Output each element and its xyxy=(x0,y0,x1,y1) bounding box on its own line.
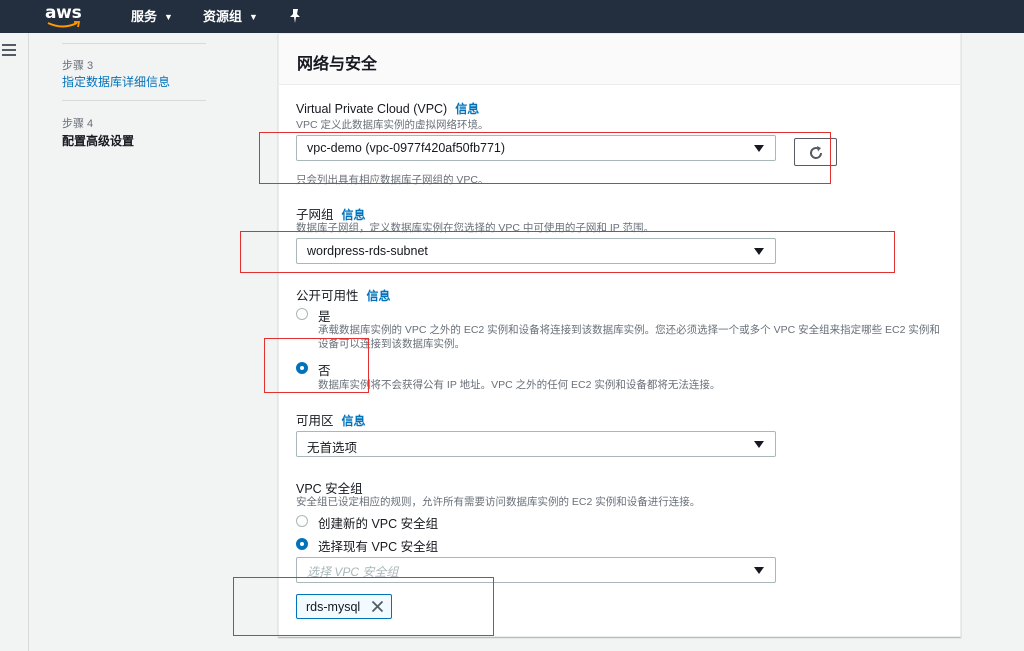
subnet-select-value: wordpress-rds-subnet xyxy=(307,244,428,258)
az-select[interactable]: 无首选项 xyxy=(296,431,776,457)
panel-title: 网络与安全 xyxy=(297,56,378,73)
step-divider xyxy=(62,100,206,101)
resource-groups-label: 资源组 xyxy=(203,9,243,24)
sg-select-placeholder: 选择 VPC 安全组 xyxy=(307,565,399,579)
step-3-link[interactable]: 指定数据库详细信息 xyxy=(62,73,170,90)
services-menu[interactable]: 服务 ▼ xyxy=(131,0,173,33)
top-nav: aws 服务 ▼ 资源组 ▼ xyxy=(0,0,1024,33)
menu-icon[interactable] xyxy=(2,44,16,59)
subnet-description: 数据库子网组，定义数据库实例在您选择的 VPC 中可使用的子网和 IP 范围。 xyxy=(296,222,654,234)
public-yes-radio[interactable] xyxy=(296,308,308,320)
sg-create-label[interactable]: 创建新的 VPC 安全组 xyxy=(318,513,438,532)
chevron-down-icon: ▼ xyxy=(249,12,258,22)
caret-down-icon xyxy=(754,248,764,255)
az-label: 可用区 xyxy=(296,414,334,428)
az-info-link[interactable]: 信息 xyxy=(342,414,366,428)
vpc-label-row: Virtual Private Cloud (VPC) 信息 xyxy=(296,100,479,117)
panel-header: 网络与安全 xyxy=(279,34,960,85)
resource-groups-menu[interactable]: 资源组 ▼ xyxy=(203,0,258,33)
sg-create-radio[interactable] xyxy=(296,515,308,527)
sg-description: 安全组已设定相应的规则，允许所有需要访问数据库实例的 EC2 实例和设备进行连接… xyxy=(296,496,701,508)
sg-existing-label[interactable]: 选择现有 VPC 安全组 xyxy=(318,536,438,555)
vpc-description: VPC 定义此数据库实例的虚拟网络环境。 xyxy=(296,119,489,131)
public-info-link[interactable]: 信息 xyxy=(367,289,391,303)
services-label: 服务 xyxy=(131,9,158,24)
sg-select[interactable]: 选择 VPC 安全组 xyxy=(296,557,776,583)
vpc-info-link[interactable]: 信息 xyxy=(455,102,479,116)
public-yes-description: 承载数据库实例的 VPC 之外的 EC2 实例和设备将连接到该数据库实例。您还必… xyxy=(318,324,940,350)
public-label: 公开可用性 xyxy=(296,289,359,303)
public-no-radio[interactable] xyxy=(296,362,308,374)
chevron-down-icon: ▼ xyxy=(164,12,173,22)
refresh-icon xyxy=(810,146,823,159)
sg-token: rds-mysql xyxy=(296,594,392,619)
close-icon[interactable] xyxy=(371,600,384,613)
az-label-row: 可用区 信息 xyxy=(296,410,366,429)
caret-down-icon xyxy=(754,441,764,448)
pin-icon[interactable] xyxy=(288,8,302,24)
refresh-button[interactable] xyxy=(794,138,837,166)
aws-smile-icon xyxy=(47,21,81,28)
az-select-value: 无首选项 xyxy=(307,441,358,455)
public-no-description: 数据库实例将不会获得公有 IP 地址。VPC 之外的任何 EC2 实例和设备都将… xyxy=(318,379,721,391)
step-4-number: 步骤 4 xyxy=(62,118,94,130)
subnet-select[interactable]: wordpress-rds-subnet xyxy=(296,238,776,264)
vpc-label: Virtual Private Cloud (VPC) xyxy=(296,102,448,116)
vpc-hint: 只会列出具有相应数据库子网组的 VPC。 xyxy=(296,174,489,186)
sg-token-label: rds-mysql xyxy=(306,600,361,614)
caret-down-icon xyxy=(754,567,764,574)
sg-existing-radio[interactable] xyxy=(296,538,308,550)
step-divider xyxy=(62,43,206,44)
caret-down-icon xyxy=(754,145,764,152)
aws-logo[interactable]: aws xyxy=(45,3,85,29)
vpc-select-value: vpc-demo (vpc-0977f420af50fb771) xyxy=(307,141,506,155)
step-3-number: 步骤 3 xyxy=(62,60,94,72)
vpc-select[interactable]: vpc-demo (vpc-0977f420af50fb771) xyxy=(296,135,776,161)
public-label-row: 公开可用性 信息 xyxy=(296,285,391,304)
aws-logo-text: aws xyxy=(45,3,82,23)
step-4-current: 配置高级设置 xyxy=(62,134,135,148)
sidebar-divider xyxy=(28,33,29,651)
